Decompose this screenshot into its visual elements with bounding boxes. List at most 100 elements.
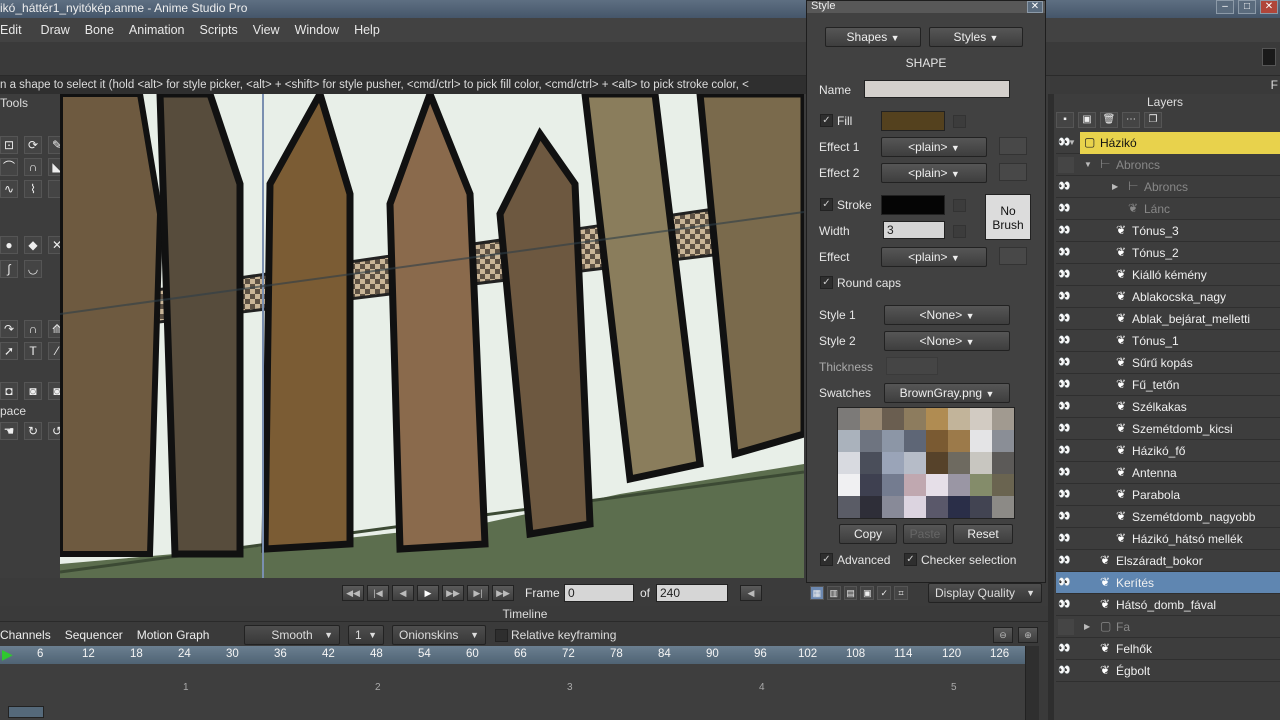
end-frame-input[interactable]: 240 xyxy=(656,584,728,602)
width-extra-checkbox[interactable] xyxy=(953,225,966,238)
fill-color-swatch[interactable] xyxy=(881,111,945,131)
layer-row[interactable]: ▼ ⊢ Abroncs xyxy=(1056,154,1280,176)
transform-points-tool-icon[interactable]: ⟳ xyxy=(24,136,42,154)
minimize-button[interactable]: – xyxy=(1216,0,1234,14)
eye-icon[interactable]: 👀 xyxy=(1058,268,1076,282)
effect1-edit-button[interactable] xyxy=(999,137,1027,155)
eye-icon[interactable]: 👀 xyxy=(1058,246,1076,260)
canvas[interactable] xyxy=(60,94,804,578)
reset-button[interactable]: Reset xyxy=(953,524,1013,544)
layer-row[interactable]: 👀 ❦ Kerítés xyxy=(1056,572,1280,594)
zoom-tool-icon[interactable]: ↻ xyxy=(24,422,42,440)
relative-keyframing-checkbox[interactable] xyxy=(495,629,508,642)
single-view-icon[interactable]: ▦ xyxy=(810,586,824,600)
quad-view-icon[interactable]: ▤ xyxy=(843,586,858,600)
eye-icon[interactable]: 👀 xyxy=(1058,576,1076,590)
timeline-tracks[interactable]: 1 2 3 4 5 xyxy=(0,664,1025,720)
name-input[interactable] xyxy=(864,80,1010,98)
eye-icon[interactable]: 👀 xyxy=(1058,202,1076,216)
copy-button[interactable]: Copy xyxy=(839,524,897,544)
stroke-extra-checkbox[interactable] xyxy=(953,199,966,212)
eye-icon[interactable]: 👀 xyxy=(1058,510,1076,524)
eye-icon[interactable]: 👀 xyxy=(1058,224,1076,238)
layer-row[interactable]: 👀 ❦ Sűrű kopás xyxy=(1056,352,1280,374)
stroke-checkbox[interactable]: ✓ xyxy=(820,198,833,211)
close-button[interactable]: ✕ xyxy=(1260,0,1278,14)
split-view-icon[interactable]: ▥ xyxy=(826,586,841,600)
expand-triangle-icon[interactable]: ▼ xyxy=(1084,160,1092,169)
camera-tool-icon[interactable]: ◘ xyxy=(0,382,18,400)
eye-icon[interactable]: 👀 xyxy=(1058,554,1076,568)
menu-scripts[interactable]: Scripts xyxy=(200,23,247,37)
layer-row[interactable]: 👀 ❦ Ablakocska_nagy xyxy=(1056,286,1280,308)
previous-frame-button[interactable]: ◀ xyxy=(392,585,414,601)
eye-icon[interactable]: 👀 xyxy=(1058,334,1076,348)
eye-icon[interactable]: 👀 xyxy=(1058,422,1076,436)
stroke-color-swatch[interactable] xyxy=(881,195,945,215)
fast-forward-button[interactable]: ▶▶ xyxy=(492,585,514,601)
swatch-grid[interactable] xyxy=(837,407,1015,519)
layer-row[interactable]: 👀 ❦ Szemétdomb_kicsi xyxy=(1056,418,1280,440)
playhead-marker-icon[interactable]: ▶ xyxy=(2,646,13,663)
layer-row[interactable]: 👀 ❦ Szélkakas xyxy=(1056,396,1280,418)
pointer-tool-icon[interactable]: ➚ xyxy=(0,342,18,360)
effect-dropdown[interactable]: <plain> ▼ xyxy=(881,247,987,267)
eye-icon[interactable]: 👀 xyxy=(1058,532,1076,546)
layer-row[interactable]: 👀 ❦ Lánc xyxy=(1056,198,1280,220)
fill-extra-checkbox[interactable] xyxy=(953,115,966,128)
eye-icon[interactable]: 👀 xyxy=(1058,312,1076,326)
tab-channels[interactable]: Channels xyxy=(0,628,59,642)
menu-draw[interactable]: Draw xyxy=(41,23,79,37)
pan-tool-icon[interactable]: ☚ xyxy=(0,422,18,440)
menu-help[interactable]: Help xyxy=(354,23,389,37)
freehand-tool-icon[interactable]: ⌇ xyxy=(24,180,42,198)
text-tool-icon[interactable]: T xyxy=(24,342,42,360)
fill-checkbox[interactable]: ✓ xyxy=(820,114,833,127)
layer-row[interactable]: 👀 ❦ Égbolt xyxy=(1056,660,1280,682)
brush-button[interactable]: No Brush xyxy=(985,194,1031,240)
layer-row[interactable]: 👀 ❦ Parabola xyxy=(1056,484,1280,506)
eye-icon[interactable]: 👀 xyxy=(1058,444,1076,458)
interpolation-dropdown[interactable]: Smooth ▼ xyxy=(244,625,340,645)
step-back-button[interactable]: |◀ xyxy=(367,585,389,601)
shapes-tab[interactable]: Shapes ▼ xyxy=(825,27,921,47)
delete-layer-icon[interactable]: 🗑 xyxy=(1100,112,1118,128)
menu-edit[interactable]: Edit xyxy=(0,23,31,37)
layer-row[interactable]: 👀 ❦ Fű_tetőn xyxy=(1056,374,1280,396)
layer-row[interactable]: 👀 ❦ Tónus_1 xyxy=(1056,330,1280,352)
zoom-in-icon[interactable]: ⊕ xyxy=(1018,627,1038,643)
step-forward-button[interactable]: ▶| xyxy=(467,585,489,601)
layer-row[interactable]: 👀 ❦ Antenna xyxy=(1056,462,1280,484)
style1-dropdown[interactable]: <None> ▼ xyxy=(884,305,1010,325)
toolbar-extra-icon[interactable] xyxy=(1262,48,1276,66)
layer-row[interactable]: 👀 ❦ Felhők xyxy=(1056,638,1280,660)
tab-sequencer[interactable]: Sequencer xyxy=(65,628,131,642)
layer-row[interactable]: ▶ ▢ Fa xyxy=(1056,616,1280,638)
menu-animation[interactable]: Animation xyxy=(129,23,194,37)
select-points-tool-icon[interactable]: ⊡ xyxy=(0,136,18,154)
more-options-icon[interactable]: ⋯ xyxy=(1122,112,1140,128)
layer-settings-icon[interactable]: ❐ xyxy=(1144,112,1162,128)
frame-input[interactable]: 0 xyxy=(564,584,634,602)
width-input[interactable]: 3 xyxy=(883,221,945,239)
eye-icon[interactable]: 👀 xyxy=(1058,642,1076,656)
eye-icon[interactable]: 👀 xyxy=(1058,598,1076,612)
checker-selection-checkbox[interactable]: ✓ xyxy=(904,553,917,566)
rewind-button[interactable]: ◀◀ xyxy=(342,585,364,601)
round-caps-checkbox[interactable]: ✓ xyxy=(820,276,833,289)
expand-triangle-icon[interactable]: ▼ xyxy=(1068,138,1076,147)
eye-icon[interactable]: 👀 xyxy=(1058,378,1076,392)
rotate-layer-tool-icon[interactable]: ↷ xyxy=(0,320,18,338)
panel-divider[interactable] xyxy=(1048,94,1054,720)
menu-window[interactable]: Window xyxy=(295,23,348,37)
style2-dropdown[interactable]: <None> ▼ xyxy=(884,331,1010,351)
menu-bone[interactable]: Bone xyxy=(85,23,123,37)
layer-row[interactable]: 👀 ❦ Szemétdomb_nagyobb xyxy=(1056,506,1280,528)
layer-row[interactable]: 👀 ❦ Ablak_bejárat_melletti xyxy=(1056,308,1280,330)
eye-icon[interactable]: 👀 xyxy=(1058,400,1076,414)
advanced-checkbox[interactable]: ✓ xyxy=(820,553,833,566)
eye-icon[interactable]: 👀 xyxy=(1058,664,1076,678)
bone-strength-tool-icon[interactable]: ∩ xyxy=(24,320,42,338)
collapse-triangle-icon[interactable]: ▶ xyxy=(1112,182,1118,191)
scroll-left-button[interactable]: ◀ xyxy=(740,585,762,601)
